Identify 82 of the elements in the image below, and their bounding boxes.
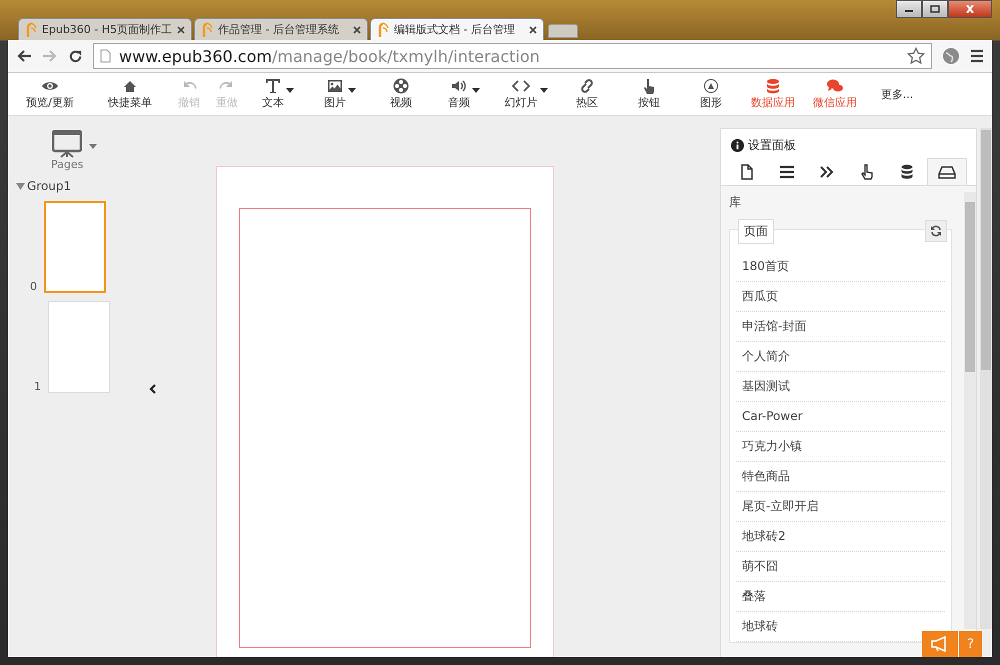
library-item[interactable]: 萌不囧 [736,552,945,582]
browser-tab[interactable]: Epub360 - H5页面制作工 [18,18,192,40]
library-item[interactable]: 申活馆-封面 [736,312,945,342]
section-label: 库 [729,194,742,211]
toolbar-button[interactable]: 按钮 [636,78,662,110]
caret-icon[interactable] [540,88,548,93]
browser-tab[interactable]: 作品管理 - 后台管理系统 [194,18,368,40]
code-icon [512,78,530,94]
page-number: 0 [30,280,38,293]
image-icon [326,78,344,94]
more-button[interactable]: 更多... [878,86,916,102]
toolbar-button[interactable]: 数据应用 [749,78,797,110]
library-item[interactable]: 尾页-立即开启 [736,492,945,522]
toolbar-button[interactable]: 快捷菜单 [106,78,154,110]
toolbar-button[interactable]: 文本 [260,78,286,110]
caret-icon[interactable] [348,88,356,93]
toolbar-button[interactable]: 幻灯片 [502,78,540,110]
toolbar-button[interactable]: 热区 [574,78,600,110]
database-icon [764,78,782,94]
group-toggle[interactable]: Group1 [16,179,200,193]
list-icon [778,164,796,180]
library-item[interactable]: 地球砖2 [736,522,945,552]
page-icon [100,49,111,63]
announcement-button[interactable] [922,631,958,657]
signal-icon [201,22,213,38]
caret-icon[interactable] [472,88,480,93]
panel-title: 设置面板 [748,137,796,154]
close-icon[interactable] [353,26,361,34]
reload-icon[interactable] [68,48,83,64]
link-icon [578,78,596,94]
refresh-button[interactable] [925,220,947,242]
browser-tab[interactable]: 编辑版式文档 - 后台管理 [370,18,544,40]
triangle-icon [16,182,25,190]
toolbar-button[interactable]: 视频 [388,78,414,110]
maximize-icon [930,5,940,13]
page-thumbnail[interactable] [48,301,110,393]
drive-icon [938,164,956,180]
scrollbar[interactable] [980,128,992,629]
signal-icon [377,22,389,38]
toolbar-button[interactable]: 音频 [446,78,472,110]
refresh-icon [930,225,942,237]
info-icon [731,139,744,152]
close-icon[interactable] [177,26,185,34]
toolbar-button[interactable]: 图形 [698,78,724,110]
panel-tab[interactable] [927,158,967,185]
close-icon [965,5,975,13]
minimize-button[interactable] [896,0,922,18]
address-field[interactable]: www.epub360.com/manage/book/txmylh/interaction [93,43,932,69]
library-item[interactable]: 叠落 [736,582,945,612]
close-icon[interactable] [529,26,537,34]
film-reel-icon [392,78,410,94]
box-legend: 页面 [738,219,774,244]
star-icon[interactable] [907,47,925,65]
close-button[interactable] [948,0,992,18]
library-item[interactable]: 基因测试 [736,372,945,402]
double-chevron-icon [818,164,836,180]
toolbar-button[interactable]: 图片 [322,78,348,110]
chat-icon [826,78,844,94]
page-number: 1 [34,380,42,393]
toolbar-button[interactable]: 预览/更新 [24,78,76,110]
maximize-button[interactable] [922,0,948,18]
speaker-icon [450,78,468,94]
library-item[interactable]: 180首页 [736,252,945,282]
pages-button[interactable]: Pages [51,130,84,171]
page-thumbnail[interactable] [44,201,106,293]
caret-icon[interactable] [286,88,294,93]
text-tool-icon [264,78,282,94]
toolbar-button[interactable]: 微信应用 [811,78,859,110]
signal-icon [25,22,37,38]
back-icon[interactable] [16,49,32,63]
shape-icon [702,78,720,94]
library-item[interactable]: 巧克力小镇 [736,432,945,462]
library-item[interactable]: 特色商品 [736,462,945,492]
library-item[interactable]: 个人简介 [736,342,945,372]
presentation-icon [52,130,82,158]
menu-icon[interactable] [970,49,984,63]
scrollbar[interactable] [964,192,976,629]
library-item[interactable]: 西瓜页 [736,282,945,312]
globe-icon[interactable] [942,47,960,65]
library-item[interactable]: Car-Power [736,402,945,432]
url-text: www.epub360.com/manage/book/txmylh/interaction [119,46,541,66]
chevron-left-icon[interactable] [149,384,156,394]
